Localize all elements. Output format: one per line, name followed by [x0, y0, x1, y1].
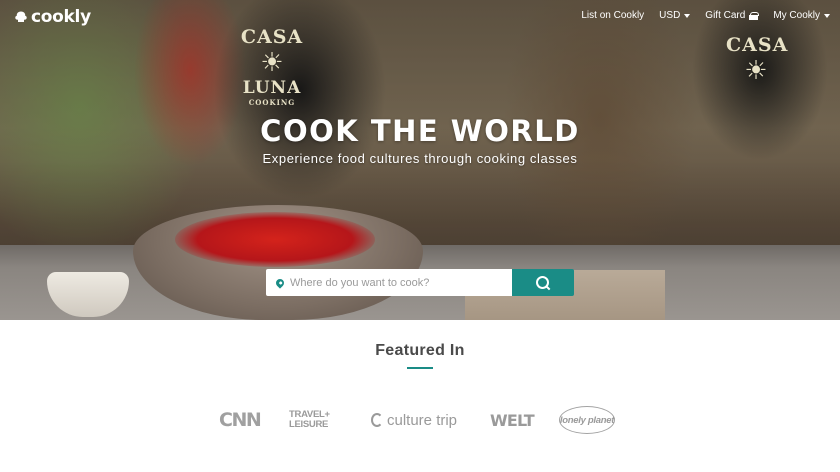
- press-logo-travel-leisure: TRAVEL+ LEISURE: [289, 403, 330, 437]
- press-logo-culture-trip: culture trip: [371, 403, 457, 437]
- search-bar: [266, 269, 574, 296]
- search-button[interactable]: [512, 269, 574, 296]
- hero-subline: Experience food cultures through cooking…: [262, 151, 578, 166]
- press-logo-welt: WELT: [490, 410, 535, 430]
- cookly-logo[interactable]: cookly: [14, 6, 91, 28]
- search-icon: [535, 275, 551, 291]
- cookly-hat-icon: [15, 11, 27, 22]
- list-on-cookly-link[interactable]: List on Cookly: [581, 10, 644, 21]
- chevron-down-icon: [684, 13, 691, 18]
- apron-text-cooking: COOKING: [248, 98, 296, 107]
- cookly-logo-text: cookly: [31, 7, 91, 27]
- press-logo-lonely-planet: lonely planet: [559, 406, 615, 434]
- my-cookly-dropdown[interactable]: My Cookly: [773, 10, 830, 21]
- search-field-wrapper[interactable]: [266, 269, 512, 296]
- hero-headline: COOK THE WORLD: [260, 114, 580, 148]
- search-input[interactable]: [290, 272, 510, 293]
- press-logos: CNN TRAVEL+ LEISURE culture trip WELT lo…: [0, 403, 840, 437]
- currency-label: USD: [659, 10, 681, 21]
- gift-card-link[interactable]: Gift Card: [705, 10, 760, 21]
- culture-trip-mark-icon: [371, 413, 383, 427]
- sun-icon: ☀: [260, 48, 284, 78]
- featured-in-title: Featured In: [375, 342, 465, 359]
- chevron-down-icon: [824, 13, 830, 18]
- apron-text-luna: LUNA: [242, 78, 302, 98]
- gift-card-label: Gift Card: [705, 10, 746, 21]
- my-cookly-label: My Cookly: [773, 10, 820, 21]
- press-logo-cnn: CNN: [219, 409, 262, 431]
- apron-logo-casa-right: CASA ☀: [726, 18, 789, 128]
- featured-in-underline: [407, 367, 433, 369]
- header-nav: List on Cookly USD Gift Card My Cookly: [581, 10, 830, 21]
- travel-leisure-line2: LEISURE: [289, 419, 329, 430]
- gift-icon: [749, 11, 760, 20]
- map-pin-icon: [274, 276, 286, 289]
- list-on-cookly-label: List on Cookly: [581, 10, 645, 21]
- sun-icon: ☀: [744, 56, 768, 86]
- apron-text-casa-right: CASA: [726, 34, 789, 56]
- hero-chili-peppers: [175, 212, 375, 267]
- top-navigation: cookly List on Cookly USD Gift Card My C…: [0, 0, 840, 34]
- currency-dropdown[interactable]: USD: [659, 10, 691, 21]
- culture-trip-label: culture trip: [387, 411, 458, 429]
